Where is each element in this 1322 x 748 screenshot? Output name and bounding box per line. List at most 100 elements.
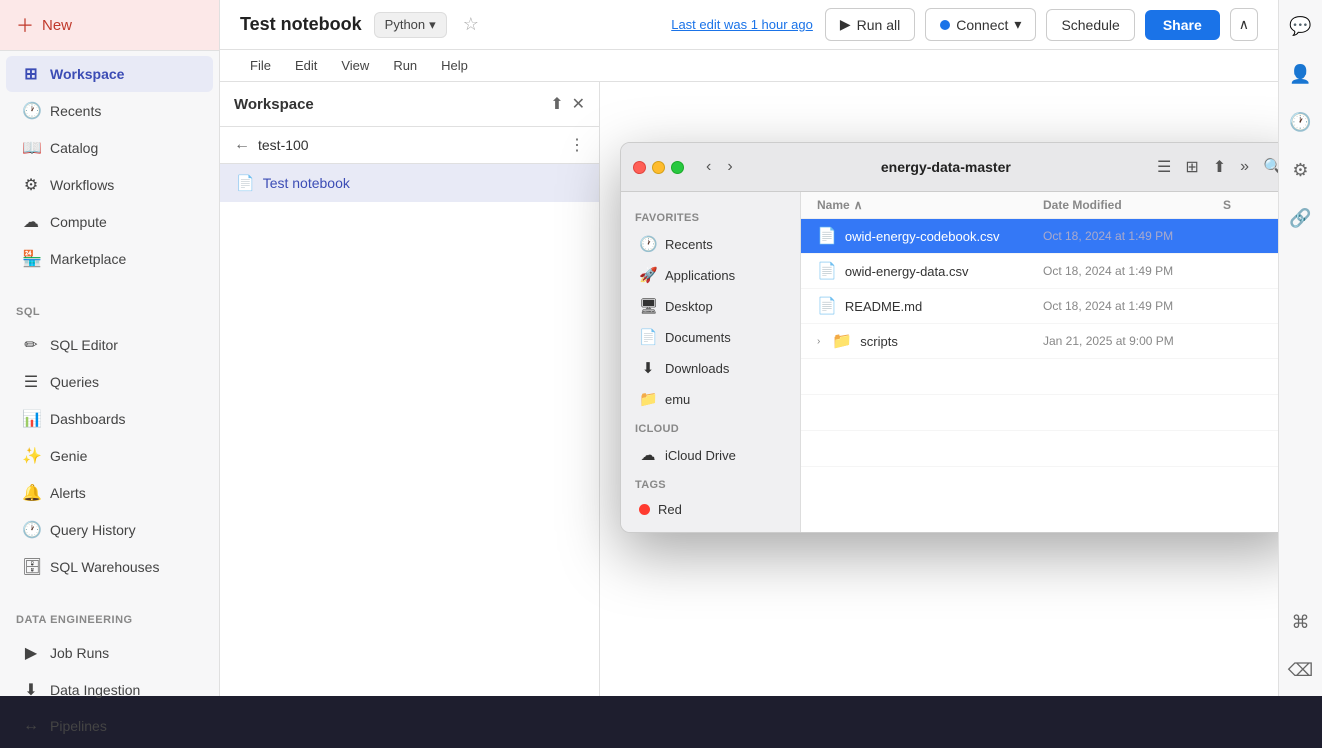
fp-sidebar-desktop[interactable]: 🖥 Desktop — [625, 291, 796, 321]
sidebar-item-genie[interactable]: ✨ Genie — [6, 438, 213, 474]
sidebar-item-compute[interactable]: ☁ Compute — [6, 204, 213, 240]
marketplace-icon: 🏪 — [22, 249, 40, 269]
fp-maximize-button[interactable] — [671, 161, 684, 174]
fp-recents-icon: 🕐 — [639, 235, 657, 253]
fp-tag-red-label: Red — [658, 502, 682, 517]
menu-file[interactable]: File — [240, 54, 281, 77]
workspace-nav: ← test-100 ⋮ — [220, 127, 599, 164]
recents-icon: 🕐 — [22, 101, 40, 121]
sidebar-item-query-history[interactable]: 🕐 Query History — [6, 512, 213, 548]
workspace-panel: Workspace ⬆ ✕ ← test-100 ⋮ 📄 Test notebo… — [220, 82, 600, 696]
fp-file-row[interactable]: 📄 owid-energy-data.csv Oct 18, 2024 at 1… — [801, 254, 1278, 289]
fp-view-toggle-icon[interactable]: ⊞ — [1181, 153, 1202, 181]
sidebar-item-job-runs[interactable]: ▶ Job Runs — [6, 635, 213, 671]
topbar-more-button[interactable]: ∧ — [1230, 8, 1258, 41]
language-chevron-icon: ▾ — [429, 17, 436, 33]
sidebar-item-alerts[interactable]: 🔔 Alerts — [6, 475, 213, 511]
right-terminal-icon[interactable]: ⌫ — [1283, 652, 1319, 688]
fp-view-options-icon[interactable]: ☰ — [1153, 153, 1175, 181]
fp-documents-label: Documents — [665, 330, 731, 345]
fp-file-row[interactable]: 📄 owid-energy-codebook.csv Oct 18, 2024 … — [801, 219, 1278, 254]
fp-forward-button[interactable]: › — [721, 156, 738, 178]
sidebar-item-marketplace[interactable]: 🏪 Marketplace — [6, 241, 213, 277]
fp-more-icon[interactable]: » — [1236, 154, 1253, 180]
topbar: Test notebook Python ▾ ☆ Last edit was 1… — [220, 0, 1278, 50]
fp-title: energy-data-master — [747, 159, 1145, 175]
run-icon: ▶ — [840, 16, 851, 33]
menubar: File Edit View Run Help — [220, 50, 1278, 82]
fp-sidebar-applications[interactable]: 🚀 Applications — [625, 260, 796, 290]
sidebar-item-job-runs-label: Job Runs — [50, 645, 109, 661]
sidebar-item-workflows[interactable]: ⚙ Workflows — [6, 167, 213, 203]
share-label: Share — [1163, 17, 1202, 33]
fp-minimize-button[interactable] — [652, 161, 665, 174]
right-history-icon[interactable]: 🕐 — [1283, 104, 1319, 140]
menu-run[interactable]: Run — [383, 54, 427, 77]
fp-csv-file-icon-1: 📄 — [817, 226, 837, 246]
queries-icon: ☰ — [22, 372, 40, 392]
right-user-icon[interactable]: 👤 — [1283, 56, 1319, 92]
new-button[interactable]: ＋ New — [0, 0, 219, 51]
menu-edit[interactable]: Edit — [285, 54, 327, 77]
workspace-back-icon[interactable]: ← — [234, 136, 250, 154]
fp-emu-icon: 📁 — [639, 390, 657, 408]
connect-button[interactable]: Connect ▾ — [925, 8, 1036, 41]
workspace-close-icon[interactable]: ✕ — [572, 94, 585, 114]
right-link-icon[interactable]: 🔗 — [1283, 200, 1319, 236]
fp-sidebar-recents[interactable]: 🕐 Recents — [625, 229, 796, 259]
sidebar-item-queries[interactable]: ☰ Queries — [6, 364, 213, 400]
fp-file-row[interactable]: 📄 README.md Oct 18, 2024 at 1:49 PM — [801, 289, 1278, 324]
fp-file-main: Name ∧ Date Modified S 📄 owid-e — [801, 192, 1278, 532]
sidebar-item-catalog[interactable]: 📖 Catalog — [6, 130, 213, 166]
menu-view[interactable]: View — [331, 54, 379, 77]
dashboards-icon: 📊 — [22, 409, 40, 429]
workspace-breadcrumb: test-100 — [258, 137, 561, 153]
sidebar-item-alerts-label: Alerts — [50, 485, 86, 501]
sidebar-item-workflows-label: Workflows — [50, 177, 114, 193]
fp-close-button[interactable] — [633, 161, 646, 174]
run-all-label: Run all — [857, 17, 901, 33]
fp-sidebar-tag-red[interactable]: Red — [625, 496, 796, 523]
share-button[interactable]: Share — [1145, 10, 1220, 40]
fp-navigation: ‹ › — [700, 156, 739, 178]
catalog-icon: 📖 — [22, 138, 40, 158]
menu-help[interactable]: Help — [431, 54, 478, 77]
favorite-star-icon[interactable]: ☆ — [463, 14, 479, 35]
fp-sidebar-documents[interactable]: 📄 Documents — [625, 322, 796, 352]
right-keyboard-icon[interactable]: ⌘ — [1283, 604, 1319, 640]
workspace-file-item[interactable]: 📄 Test notebook — [220, 164, 599, 202]
fp-col-name-label: Name — [817, 198, 850, 212]
sidebar-item-data-ingestion[interactable]: ⬇ Data Ingestion — [6, 672, 213, 708]
sidebar: ＋ New ⊞ Workspace 🕐 Recents 📖 Catalog ⚙ … — [0, 0, 220, 696]
sidebar-item-pipelines[interactable]: ↔ Pipelines — [6, 709, 213, 743]
fp-sidebar-icloud-drive[interactable]: ☁ iCloud Drive — [625, 440, 796, 470]
right-settings-icon[interactable]: ⚙ — [1283, 152, 1319, 188]
language-selector[interactable]: Python ▾ — [374, 12, 447, 38]
fp-recents-label: Recents — [665, 237, 713, 252]
sidebar-item-sql-warehouses[interactable]: 🗄 SQL Warehouses — [6, 549, 213, 585]
fp-back-button[interactable]: ‹ — [700, 156, 717, 178]
sidebar-item-workspace-label: Workspace — [50, 66, 124, 82]
schedule-button[interactable]: Schedule — [1046, 9, 1134, 41]
fp-column-headers: Name ∧ Date Modified S — [801, 192, 1278, 219]
run-all-button[interactable]: ▶ Run all — [825, 8, 915, 41]
sidebar-item-compute-label: Compute — [50, 214, 107, 230]
new-button-label: New — [42, 17, 72, 34]
sidebar-item-sql-editor[interactable]: ✏ SQL Editor — [6, 327, 213, 363]
fp-share-icon[interactable]: ⬆ — [1209, 153, 1230, 181]
workspace-upload-icon[interactable]: ⬆ — [550, 94, 563, 114]
fp-sidebar-downloads[interactable]: ⬇ Downloads — [625, 353, 796, 383]
fp-sidebar-emu[interactable]: 📁 emu — [625, 384, 796, 414]
sidebar-item-recents[interactable]: 🕐 Recents — [6, 93, 213, 129]
workspace-more-icon[interactable]: ⋮ — [569, 135, 585, 155]
fp-applications-label: Applications — [665, 268, 735, 283]
right-chat-icon[interactable]: 💬 — [1283, 8, 1319, 44]
fp-search-icon[interactable]: 🔍 — [1259, 153, 1278, 181]
right-panel: 💬 👤 🕐 ⚙ 🔗 ⌘ ⌫ — [1278, 0, 1322, 696]
sidebar-item-recents-label: Recents — [50, 103, 101, 119]
sidebar-item-dashboards[interactable]: 📊 Dashboards — [6, 401, 213, 437]
fp-applications-icon: 🚀 — [639, 266, 657, 284]
sidebar-item-workspace[interactable]: ⊞ Workspace — [6, 56, 213, 92]
fp-file-row[interactable]: › 📁 scripts Jan 21, 2025 at 9:00 PM — [801, 324, 1278, 359]
sidebar-main-section: ⊞ Workspace 🕐 Recents 📖 Catalog ⚙ Workfl… — [0, 51, 219, 282]
